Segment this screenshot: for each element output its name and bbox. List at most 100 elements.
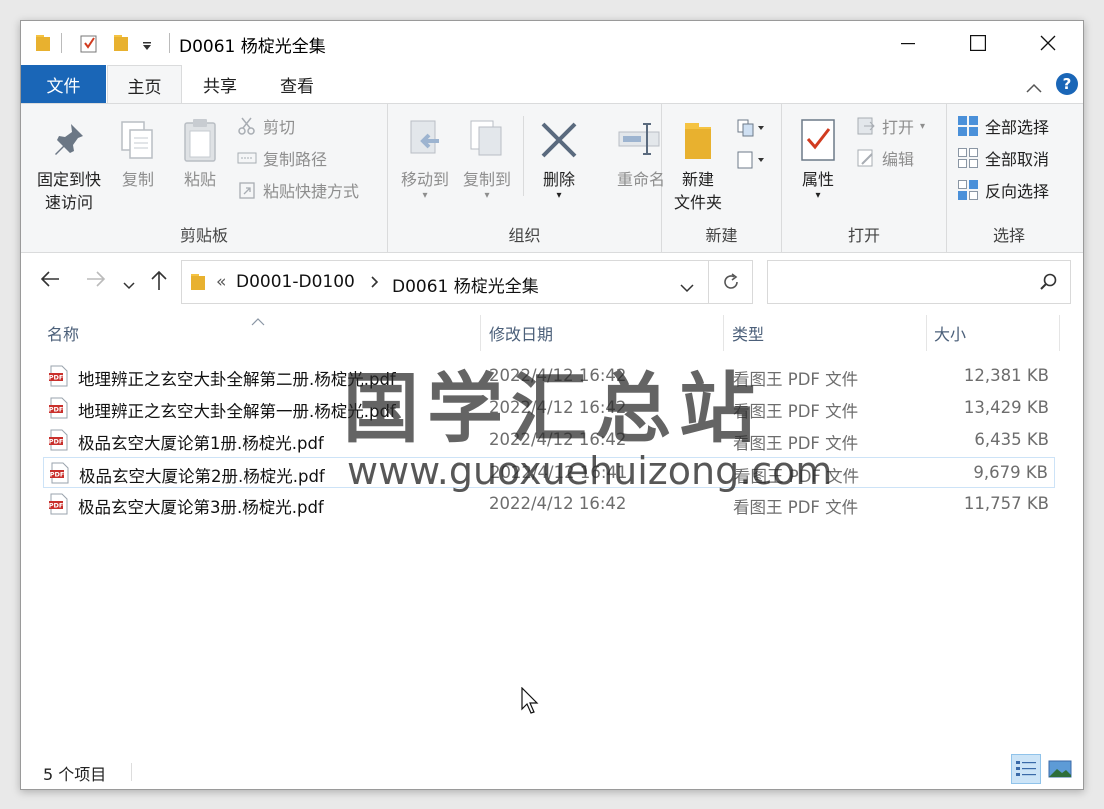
- svg-text:?: ?: [1063, 75, 1072, 93]
- open-button[interactable]: 打开 ▾: [856, 112, 925, 140]
- copy-path-button[interactable]: 复制路径: [237, 144, 327, 172]
- clipboard-group-label: 剪贴板: [179, 226, 228, 245]
- pdf-file-icon: PDF: [50, 462, 70, 488]
- properties-icon: [792, 112, 844, 168]
- delete-label: 删除: [542, 170, 575, 189]
- svg-text:PDF: PDF: [49, 502, 63, 510]
- file-name: 极品玄空大厦论第1册.杨椗光.pdf: [78, 434, 324, 453]
- tab-file[interactable]: 文件: [21, 65, 106, 103]
- up-arrow-icon[interactable]: [149, 269, 169, 295]
- svg-text:PDF: PDF: [49, 374, 63, 382]
- search-box[interactable]: [767, 260, 1071, 304]
- new-item-icon: [737, 119, 764, 137]
- close-icon: [1040, 35, 1056, 51]
- address-dropdown-chevron-icon[interactable]: [680, 278, 694, 297]
- invert-selection-label: 反向选择: [985, 182, 1050, 201]
- refresh-icon: [723, 273, 738, 289]
- cut-button[interactable]: 剪切: [237, 112, 295, 140]
- recent-locations-chevron-icon[interactable]: [123, 275, 135, 294]
- address-bar[interactable]: « D0001-D0100 D0061 杨椗光全集: [181, 260, 709, 304]
- search-input[interactable]: [772, 265, 1032, 299]
- breadcrumb-separator-icon[interactable]: [370, 274, 380, 294]
- breadcrumb-d0001-d0100[interactable]: D0001-D0100: [236, 272, 355, 292]
- maximize-button[interactable]: [943, 21, 1013, 65]
- move-to-icon: [396, 112, 454, 168]
- ribbon: 固定到快 速访问 复制 粘贴 剪切 复制路径 粘贴快捷方式 剪贴板 移动到 ▾ …: [21, 103, 1083, 253]
- new-group: 新建 文件夹 新建: [662, 104, 782, 252]
- svg-text:PDF: PDF: [49, 406, 63, 414]
- copy-icon: [113, 112, 163, 168]
- easy-access-button[interactable]: [736, 146, 766, 174]
- paste-button[interactable]: 粘贴: [175, 112, 225, 191]
- folder-icon: [35, 33, 51, 57]
- close-button[interactable]: [1013, 21, 1083, 65]
- help-icon[interactable]: ?: [1055, 72, 1079, 100]
- chevron-up-icon[interactable]: [1025, 79, 1043, 98]
- title-bar: D0061 杨椗光全集: [21, 21, 1083, 65]
- open-group-label: 打开: [847, 226, 880, 245]
- organize-group: 移动到 ▾ 复制到 ▾ 删除 ▾ 重命名 组织: [388, 104, 665, 252]
- tab-home[interactable]: 主页: [107, 65, 182, 104]
- file-date: 2022/4/12 16:42: [489, 494, 627, 513]
- forward-arrow-icon[interactable]: [85, 269, 107, 293]
- invert-selection-button[interactable]: 反向选择: [957, 176, 1049, 204]
- svg-text:PDF: PDF: [49, 438, 63, 446]
- file-size: 13,429 KB: [963, 398, 1049, 417]
- paste-icon: [175, 112, 225, 168]
- file-name: 极品玄空大厦论第2册.杨椗光.pdf: [79, 467, 325, 486]
- new-folder-quick-icon[interactable]: [113, 33, 129, 57]
- details-view-button[interactable]: [1011, 754, 1041, 784]
- large-icons-view-icon: [1048, 760, 1072, 778]
- status-item-count: 5 个项目: [43, 765, 107, 784]
- properties-button[interactable]: 属性 ▾: [792, 112, 844, 201]
- open-group: 属性 ▾ 打开 ▾ 编辑 打开: [782, 104, 947, 252]
- pin-label-2: 速访问: [44, 193, 93, 212]
- move-to-button[interactable]: 移动到 ▾: [396, 112, 454, 201]
- select-none-button[interactable]: 全部取消: [957, 144, 1049, 172]
- copy-path-label: 复制路径: [263, 150, 328, 169]
- explorer-window: D0061 杨椗光全集 文件 主页 共享 查看 ? 固定到快 速访问 复制 粘贴…: [20, 20, 1084, 790]
- file-row[interactable]: PDF 极品玄空大厦论第3册.杨椗光.pdf 2022/4/12 16:42 看…: [43, 489, 1055, 520]
- customize-toolbar-icon[interactable]: [141, 37, 153, 56]
- overflow-chevrons[interactable]: «: [216, 272, 226, 292]
- back-arrow-icon[interactable]: [39, 269, 61, 293]
- new-folder-button[interactable]: 新建 文件夹: [666, 112, 730, 214]
- copy-button[interactable]: 复制: [113, 112, 163, 191]
- breadcrumb-current-folder[interactable]: D0061 杨椗光全集: [392, 272, 539, 297]
- file-size: 11,757 KB: [963, 494, 1049, 513]
- edit-button[interactable]: 编辑: [856, 144, 914, 172]
- select-group-label: 选择: [992, 226, 1025, 245]
- pdf-file-icon: PDF: [49, 493, 69, 519]
- copy-to-icon: [458, 112, 516, 168]
- easy-access-icon: [737, 151, 764, 169]
- delete-x-icon: [534, 112, 584, 168]
- invert-selection-icon: [958, 180, 978, 200]
- minimize-button[interactable]: [873, 21, 943, 65]
- tab-view[interactable]: 查看: [261, 65, 333, 103]
- refresh-button[interactable]: [709, 260, 753, 304]
- scissors-icon: [238, 117, 255, 135]
- file-type: 看图王 PDF 文件: [733, 498, 859, 517]
- watermark-text-url: www.guoxuehuizong.com: [347, 449, 833, 493]
- properties-label: 属性: [801, 170, 834, 189]
- move-to-label: 移动到: [400, 170, 449, 189]
- large-icons-view-button[interactable]: [1045, 754, 1075, 784]
- select-all-button[interactable]: 全部选择: [957, 112, 1049, 140]
- column-header-size[interactable]: 大小: [934, 311, 1054, 353]
- pdf-file-icon: PDF: [49, 429, 69, 455]
- file-size: 12,381 KB: [963, 366, 1049, 385]
- paste-shortcut-button[interactable]: 粘贴快捷方式: [237, 176, 359, 204]
- paste-shortcut-icon: [239, 182, 255, 199]
- svg-text:PDF: PDF: [50, 471, 64, 479]
- file-size: 6,435 KB: [974, 430, 1049, 449]
- new-group-label: 新建: [705, 226, 738, 245]
- copy-to-button[interactable]: 复制到 ▾: [458, 112, 516, 201]
- new-item-button[interactable]: [736, 114, 766, 142]
- delete-button[interactable]: 删除 ▾: [534, 112, 584, 201]
- tab-share[interactable]: 共享: [185, 65, 255, 103]
- pin-quick-access-button[interactable]: 固定到快 速访问: [29, 112, 109, 214]
- properties-quick-icon[interactable]: [79, 33, 99, 57]
- select-none-label: 全部取消: [985, 150, 1050, 169]
- pin-label: 固定到快: [36, 170, 101, 189]
- new-folder-icon: [666, 112, 730, 168]
